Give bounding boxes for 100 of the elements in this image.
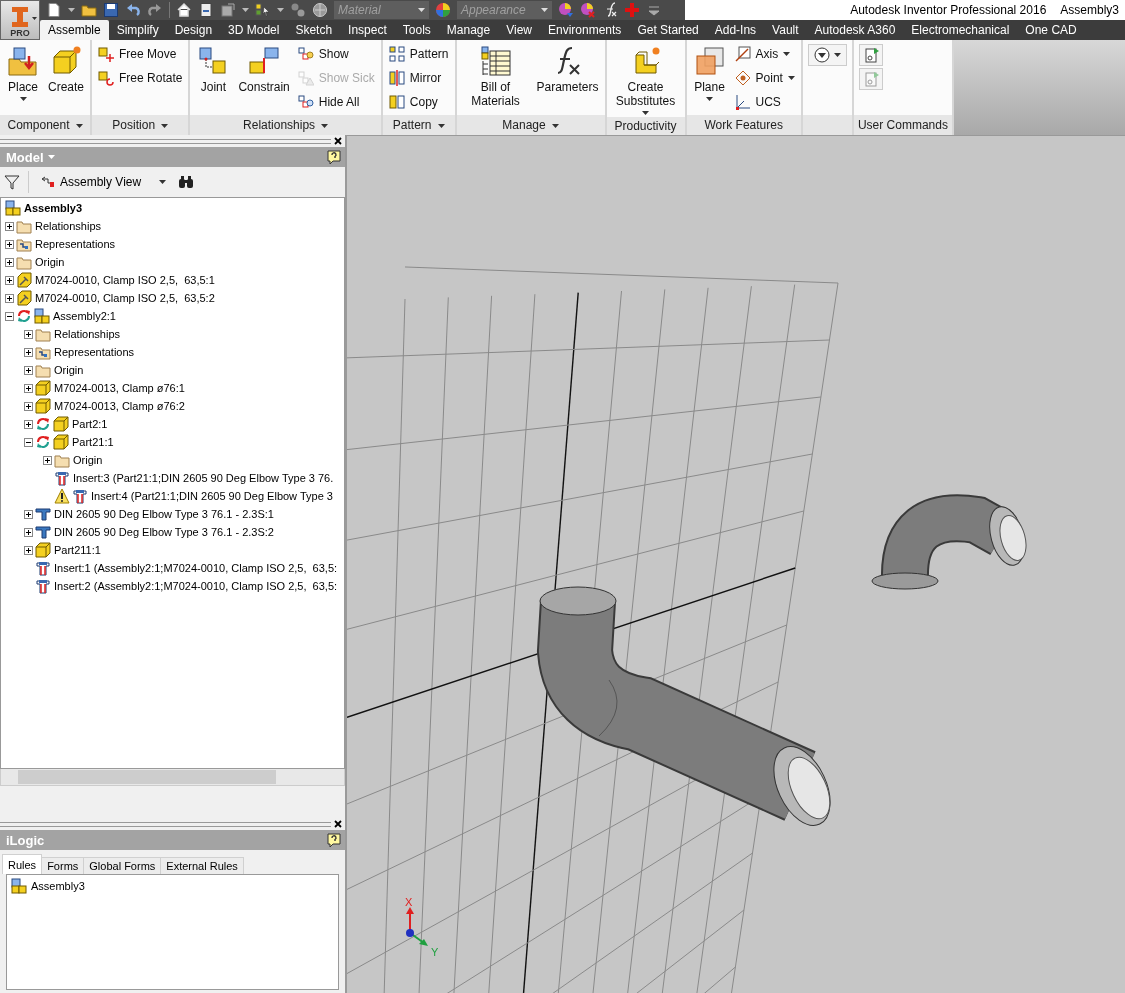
ilogic-tab[interactable]: Rules — [2, 854, 43, 874]
ribbon-tab[interactable]: One CAD — [1017, 20, 1085, 40]
ribbon-tool-button[interactable]: Axis — [731, 42, 798, 66]
panel-title[interactable]: Productivity — [614, 119, 677, 133]
expand-toggle[interactable] — [5, 257, 14, 267]
ribbon-tab[interactable]: Design — [166, 20, 221, 40]
ribbon-tool-button[interactable]: Parameters — [533, 43, 602, 96]
expand-toggle[interactable] — [24, 509, 33, 519]
panel-title[interactable]: Component — [7, 118, 83, 132]
appearance-adjust-icon[interactable] — [558, 2, 574, 18]
ribbon-tab[interactable]: Autodesk A360 — [806, 20, 904, 40]
ribbon-tab[interactable]: 3D Model — [220, 20, 288, 40]
horizontal-scrollbar[interactable] — [0, 769, 345, 786]
expand-toggle[interactable] — [5, 311, 14, 321]
ilogic-tab[interactable]: Forms — [41, 857, 85, 874]
ribbon-tab[interactable]: Get Started — [629, 20, 707, 40]
view-dropdown[interactable]: Assembly View — [37, 175, 171, 189]
expand-toggle[interactable] — [5, 293, 14, 303]
panel-title[interactable]: Work Features — [704, 118, 783, 132]
ribbon-tool-button[interactable]: UCS — [731, 90, 798, 114]
ribbon-tool-button[interactable]: Place — [3, 43, 43, 103]
ribbon-tool-button[interactable]: Show — [294, 42, 378, 66]
tree-item[interactable]: Part211:1 — [53, 544, 101, 556]
ribbon-tab[interactable]: Environments — [540, 20, 630, 40]
panel-title[interactable]: Pattern — [392, 118, 445, 132]
ribbon-tab[interactable]: View — [498, 20, 540, 40]
ribbon-tool-button[interactable]: Point — [731, 66, 798, 90]
tree-item[interactable]: Insert:4 (Part21:1;DIN 2605 90 Deg Elbow Type 3 — [90, 490, 333, 502]
rule-item[interactable]: Assembly3 — [31, 880, 85, 892]
ribbon-tool-button[interactable]: Copy — [385, 90, 452, 114]
binoculars-icon[interactable] — [178, 175, 195, 189]
ribbon-tab[interactable]: Vault — [764, 20, 807, 40]
expand-toggle[interactable] — [24, 545, 33, 555]
ribbon-tab[interactable]: Inspect — [340, 20, 395, 40]
expand-toggle[interactable] — [5, 221, 14, 231]
ribbon-tool-button[interactable]: Free Move — [95, 42, 186, 66]
home-icon[interactable] — [176, 2, 192, 18]
new-file-icon[interactable] — [46, 2, 62, 18]
ilogic-tab[interactable]: Global Forms — [83, 857, 162, 874]
ribbon-tool-button[interactable]: Bill of Materials — [459, 43, 532, 110]
help-icon[interactable] — [327, 149, 341, 165]
save-icon[interactable] — [103, 2, 119, 18]
tree-item[interactable]: DIN 2605 90 Deg Elbow Type 3 76.1 - 2.3S:1 — [53, 508, 274, 520]
tree-item[interactable]: Origin — [53, 364, 84, 376]
color-wheel-icon[interactable] — [435, 2, 451, 18]
application-menu-button[interactable]: PRO — [0, 0, 40, 40]
filter-icon[interactable] — [4, 174, 20, 190]
tree-item[interactable]: Insert:2 (Assembly2:1;M7024-0010, Clamp ISO 2,5, 63,5: — [53, 580, 338, 592]
expand-toggle[interactable] — [24, 437, 33, 447]
panel-title[interactable]: User Commands — [857, 118, 948, 132]
close-icon[interactable] — [334, 137, 342, 145]
select-icon[interactable] — [255, 2, 271, 18]
open-folder-icon[interactable] — [81, 2, 97, 18]
ribbon-tool-button[interactable]: Constrain — [235, 43, 293, 96]
document-icon[interactable] — [198, 2, 214, 18]
tree-item[interactable]: Insert:3 (Part21:1;DIN 2605 90 Deg Elbow Type 3 76. — [72, 472, 334, 484]
help-icon[interactable] — [327, 832, 341, 848]
tree-item[interactable]: Representations — [34, 238, 116, 250]
tree-item[interactable]: Part2:1 — [71, 418, 108, 430]
tree-item[interactable]: M7024-0013, Clamp ø76:1 — [53, 382, 185, 394]
ribbon-tab[interactable]: Assemble — [40, 20, 109, 40]
ribbon-tab[interactable]: Tools — [394, 20, 439, 40]
ribbon-tab[interactable]: Add-Ins — [706, 20, 765, 40]
ribbon-tool-button[interactable]: Free Rotate — [95, 66, 186, 90]
expand-toggle[interactable] — [24, 401, 33, 411]
tree-item[interactable]: DIN 2605 90 Deg Elbow Type 3 76.1 - 2.3S:2 — [53, 526, 274, 538]
tree-item[interactable]: M7024-0010, Clamp ISO 2,5, 63,5:1 — [34, 274, 215, 286]
tree-item[interactable]: Assembly3 — [23, 202, 83, 214]
ribbon-tool-button[interactable]: Pattern — [385, 42, 452, 66]
ribbon-tab[interactable]: Electromechanical — [903, 20, 1018, 40]
ribbon-tool-button[interactable]: Create Substitutes — [609, 43, 682, 117]
shading-icon[interactable] — [290, 2, 306, 18]
material-ball-icon[interactable] — [312, 2, 328, 18]
tree-item[interactable]: Insert:1 (Assembly2:1;M7024-0010, Clamp ISO 2,5, 63,5: — [53, 562, 338, 574]
close-icon[interactable] — [334, 820, 342, 828]
scrollbar-thumb[interactable] — [18, 770, 276, 784]
expand-toggle[interactable] — [24, 419, 33, 429]
ribbon-tool-button[interactable]: Hide All — [294, 90, 378, 114]
expand-toggle[interactable] — [24, 527, 33, 537]
tree-item[interactable]: Assembly2:1 — [52, 310, 116, 322]
expand-toggle[interactable] — [5, 239, 14, 249]
tree-item[interactable]: Origin — [72, 454, 103, 466]
appearance-clear-icon[interactable] — [580, 2, 596, 18]
undo-icon[interactable] — [125, 2, 141, 18]
properties-icon[interactable] — [220, 2, 236, 18]
expand-toggle[interactable] — [24, 365, 33, 375]
expand-toggle[interactable] — [43, 455, 52, 465]
tree-item[interactable]: Part21:1 — [71, 436, 114, 448]
ribbon-tool-button[interactable]: Plane — [689, 43, 730, 103]
ribbon-tool-button[interactable]: Joint — [193, 43, 234, 96]
ilogic-tab[interactable]: External Rules — [160, 857, 244, 874]
tree-item[interactable]: M7024-0010, Clamp ISO 2,5, 63,5:2 — [34, 292, 215, 304]
expand-toggle[interactable] — [24, 347, 33, 357]
expand-toggle[interactable] — [24, 329, 33, 339]
ribbon-tool-button[interactable]: Create — [45, 43, 88, 96]
ribbon-tab[interactable]: Sketch — [287, 20, 341, 40]
tree-item[interactable]: M7024-0013, Clamp ø76:2 — [53, 400, 185, 412]
panel-title[interactable]: Relationships — [243, 118, 329, 132]
tree-item[interactable]: Representations — [53, 346, 135, 358]
expand-toggle[interactable] — [5, 275, 14, 285]
